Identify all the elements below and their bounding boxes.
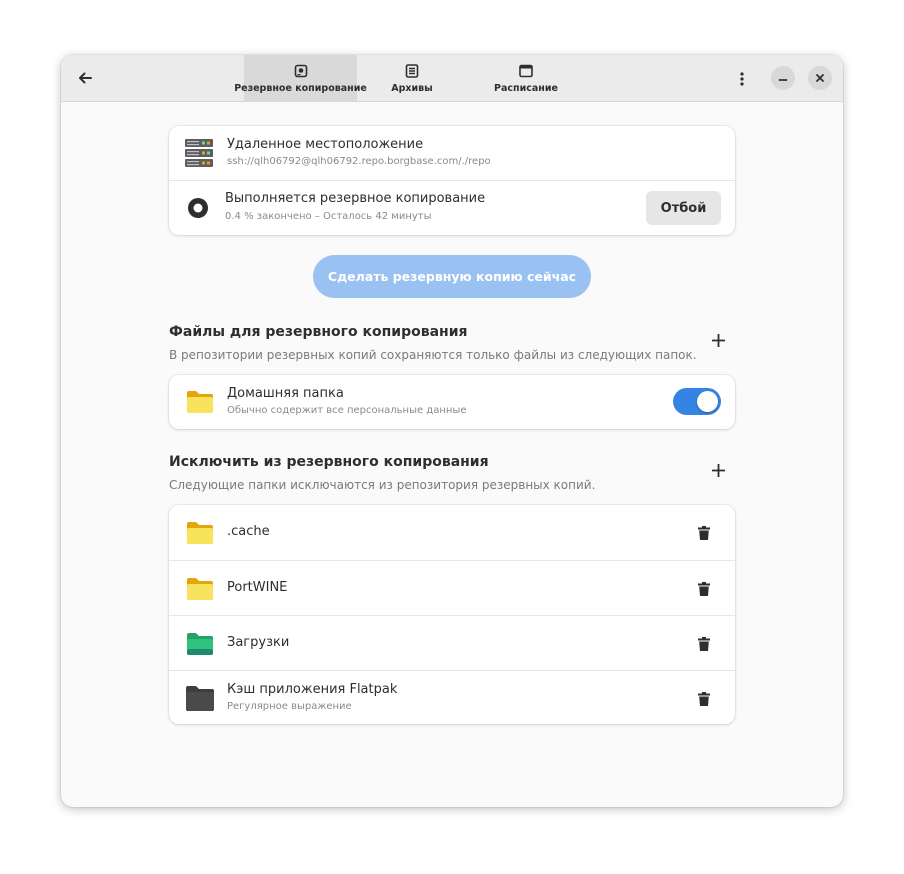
exclude-item-name: PortWINE	[227, 580, 288, 595]
downloads-folder-icon	[186, 632, 214, 660]
tab-backup-label: Резервное копирование	[234, 83, 367, 94]
include-list: Домашняя папка Обычно содержит все персо…	[169, 375, 735, 429]
tab-schedule-label: Расписание	[494, 83, 558, 94]
repository-card: Удаленное местоположение ssh://qlh06792@…	[169, 126, 735, 235]
toggle-knob	[697, 391, 718, 412]
tab-schedule[interactable]: Расписание	[467, 55, 585, 102]
minimize-icon	[778, 79, 788, 81]
exclude-item-sub: Регулярное выражение	[227, 701, 352, 712]
delete-button[interactable]	[696, 635, 712, 653]
archive-icon	[405, 63, 419, 79]
exclude-section-title: Исключить из резервного копирования	[169, 454, 489, 470]
include-section-description: В репозитории резервных копий сохраняютс…	[169, 348, 697, 362]
list-item[interactable]: Загрузки	[169, 615, 735, 670]
list-item[interactable]: PortWINE	[169, 560, 735, 615]
main-menu-button[interactable]	[729, 66, 755, 92]
folder-icon	[186, 521, 214, 549]
flatpak-folder-icon	[185, 685, 215, 716]
trash-icon	[698, 526, 710, 540]
home-folder-icon	[186, 390, 214, 418]
list-item[interactable]: Домашняя папка Обычно содержит все персо…	[169, 375, 735, 429]
exclude-section-description: Следующие папки исключаются из репозитор…	[169, 478, 596, 492]
backup-status-row: Выполняется резервное копирование 0.4 % …	[169, 180, 735, 235]
tab-archives-label: Архивы	[391, 83, 433, 94]
include-item-name: Домашняя папка	[227, 386, 344, 401]
remote-location-row[interactable]: Удаленное местоположение ssh://qlh06792@…	[169, 126, 735, 180]
exclude-item-name: Загрузки	[227, 635, 290, 650]
plus-icon	[711, 333, 725, 347]
location-path: ssh://qlh06792@qlh06792.repo.borgbase.co…	[227, 156, 491, 167]
tab-archives[interactable]: Архивы	[357, 55, 467, 102]
close-button[interactable]	[808, 66, 832, 90]
delete-button[interactable]	[696, 524, 712, 542]
progress-spinner-icon	[187, 197, 209, 223]
include-item-toggle[interactable]	[673, 388, 721, 415]
calendar-icon	[519, 63, 533, 79]
add-exclude-button[interactable]	[706, 458, 730, 482]
exclude-list: .cache PortWINE Загрузки Кэш приложения …	[169, 505, 735, 724]
cancel-backup-button[interactable]: Отбой	[646, 191, 721, 225]
tab-backup[interactable]: Резервное копирование	[234, 55, 367, 102]
more-vertical-icon	[740, 72, 744, 86]
include-section-title: Файлы для резервного копирования	[169, 324, 468, 340]
close-icon	[816, 74, 824, 82]
status-title: Выполняется резервное копирование	[225, 191, 486, 206]
back-button[interactable]	[71, 64, 99, 92]
status-progress-text: 0.4 % закончено – Осталось 42 минуты	[225, 211, 432, 222]
exclude-item-name: .cache	[227, 524, 270, 539]
trash-icon	[698, 692, 710, 706]
backup-now-button[interactable]: Сделать резервную копию сейчас	[313, 255, 591, 298]
app-window: Резервное копирование Архивы Расписание …	[61, 55, 843, 807]
delete-button[interactable]	[696, 580, 712, 598]
location-title: Удаленное местоположение	[227, 137, 424, 152]
list-item[interactable]: Кэш приложения Flatpak Регулярное выраже…	[169, 670, 735, 724]
add-include-button[interactable]	[706, 328, 730, 352]
trash-icon	[698, 582, 710, 596]
minimize-button[interactable]	[771, 66, 795, 90]
folder-icon	[186, 577, 214, 605]
header-bar: Резервное копирование Архивы Расписание	[61, 55, 843, 102]
arrow-left-icon	[79, 72, 92, 84]
trash-icon	[698, 637, 710, 651]
include-item-description: Обычно содержит все персональные данные	[227, 405, 467, 416]
backup-icon	[294, 63, 308, 79]
delete-button[interactable]	[696, 690, 712, 708]
list-item[interactable]: .cache	[169, 505, 735, 560]
exclude-item-name: Кэш приложения Flatpak	[227, 682, 398, 697]
server-icon	[184, 138, 214, 172]
plus-icon	[711, 463, 725, 477]
